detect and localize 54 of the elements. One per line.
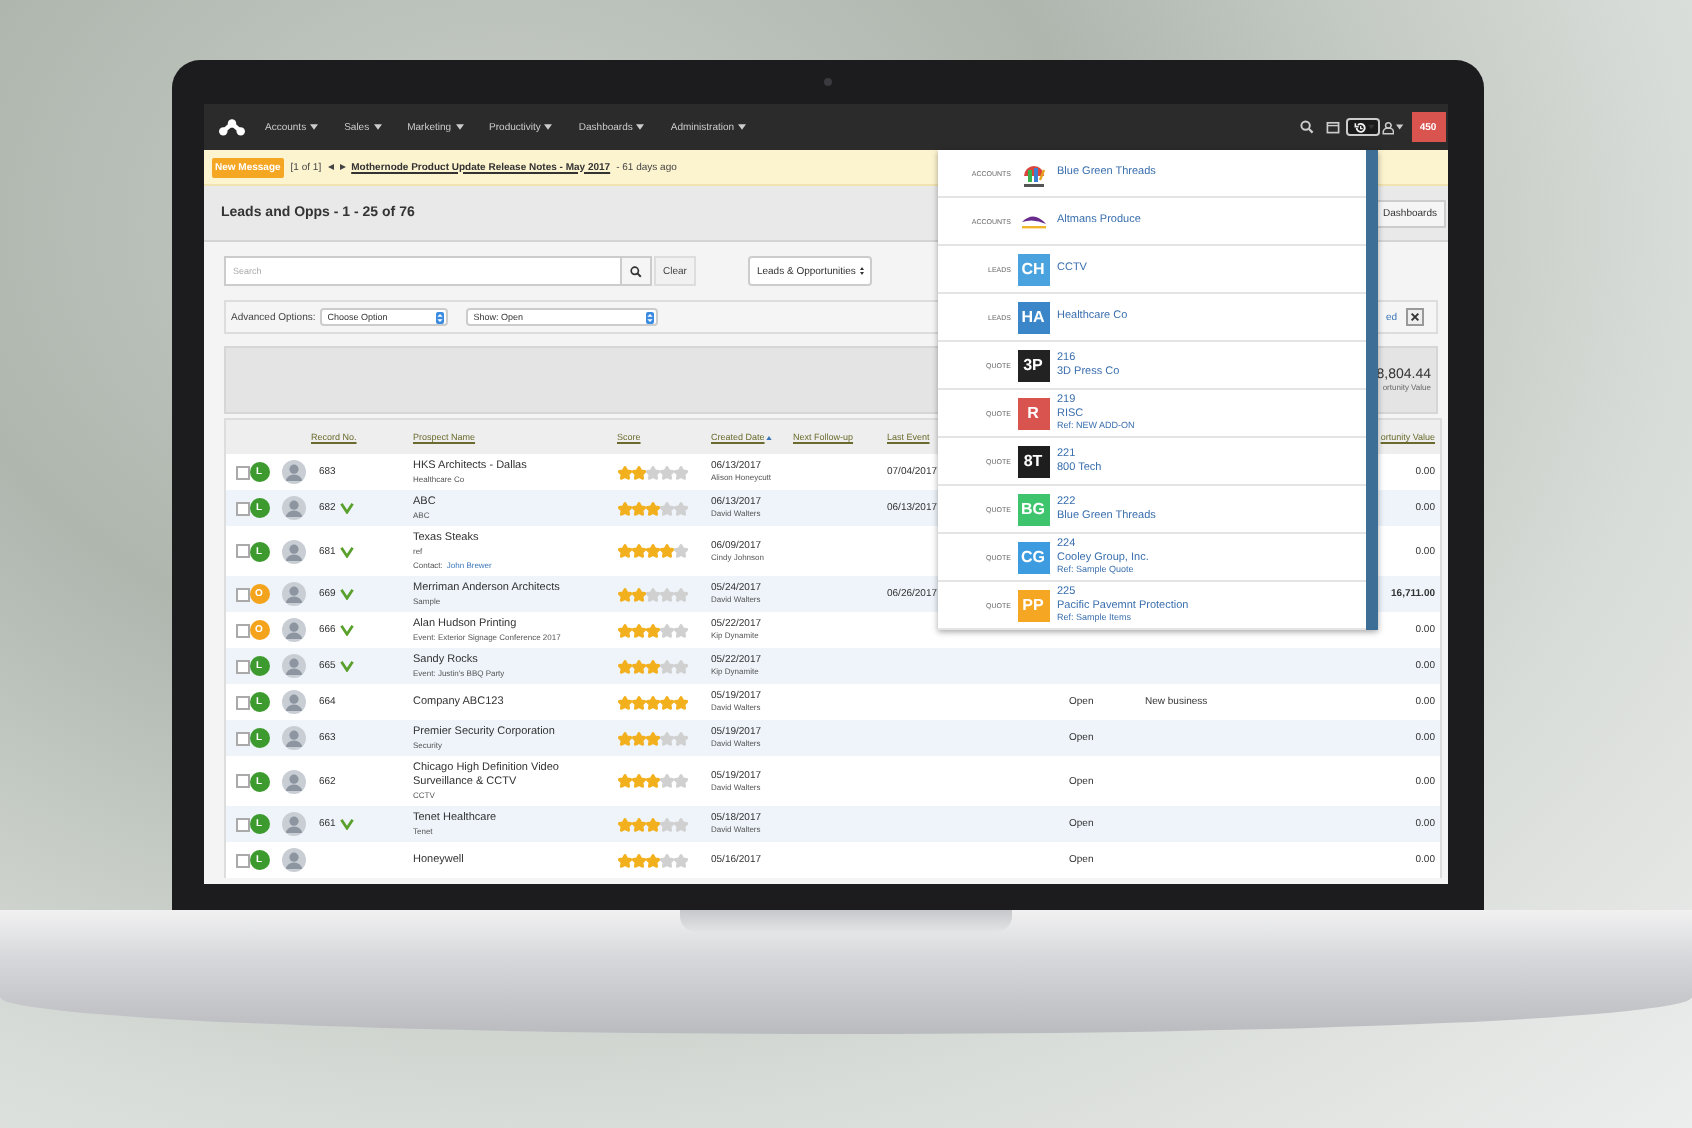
caret-icon (636, 124, 645, 130)
initials-avatar: PP (1017, 589, 1049, 621)
avatar-icon (281, 690, 305, 714)
user-icon (1381, 119, 1394, 135)
avatar-icon (281, 618, 305, 642)
row-checkbox[interactable] (235, 544, 249, 558)
row-checkbox[interactable] (235, 731, 249, 745)
close-icon (1409, 312, 1419, 322)
initials-avatar: R (1017, 397, 1049, 429)
search-icon (629, 265, 641, 277)
search-button[interactable] (621, 256, 651, 286)
row-checkbox[interactable] (235, 817, 249, 831)
row-checkbox[interactable] (235, 501, 249, 515)
updown-arrow-icon (645, 311, 654, 323)
caret-icon (1395, 124, 1403, 130)
avatar-icon (281, 539, 305, 563)
row-checkbox[interactable] (235, 623, 249, 637)
search-icon (1299, 120, 1313, 134)
avatar-icon (281, 812, 305, 836)
next-icon[interactable] (339, 164, 346, 170)
avatar-icon (281, 726, 305, 750)
scrollbar[interactable] (1365, 150, 1377, 630)
updown-arrow-icon (859, 266, 864, 276)
initials-avatar: CG (1017, 541, 1049, 573)
updown-arrow-icon (435, 311, 444, 323)
row-checkbox[interactable] (235, 853, 249, 867)
caret-icon (310, 124, 319, 130)
initials-avatar: 3P (1017, 349, 1049, 381)
history-button[interactable] (1345, 118, 1379, 136)
avatar-icon (281, 582, 305, 606)
caret-icon (544, 124, 553, 130)
avatar-icon (281, 654, 305, 678)
row-checkbox[interactable] (235, 659, 249, 673)
calendar-icon (1325, 120, 1339, 134)
webcam (824, 78, 832, 86)
logo-icon (217, 118, 245, 136)
avatar-icon (281, 769, 305, 793)
avatar-icon (281, 496, 305, 520)
caret-icon (738, 124, 747, 130)
initials-avatar: BG (1017, 493, 1049, 525)
avatar-icon (281, 848, 305, 872)
previous-icon[interactable] (327, 164, 334, 170)
initials-avatar: HA (1017, 301, 1049, 333)
row-checkbox[interactable] (235, 774, 249, 788)
history-icon (1353, 119, 1367, 135)
avatar-icon (281, 460, 305, 484)
row-checkbox[interactable] (235, 695, 249, 709)
close-button[interactable] (1405, 308, 1423, 326)
caret-icon (455, 124, 464, 130)
row-checkbox[interactable] (235, 465, 249, 479)
initials-avatar: CH (1017, 253, 1049, 285)
initials-avatar: 8T (1017, 445, 1049, 477)
row-checkbox[interactable] (235, 587, 249, 601)
caret-icon (373, 124, 382, 130)
